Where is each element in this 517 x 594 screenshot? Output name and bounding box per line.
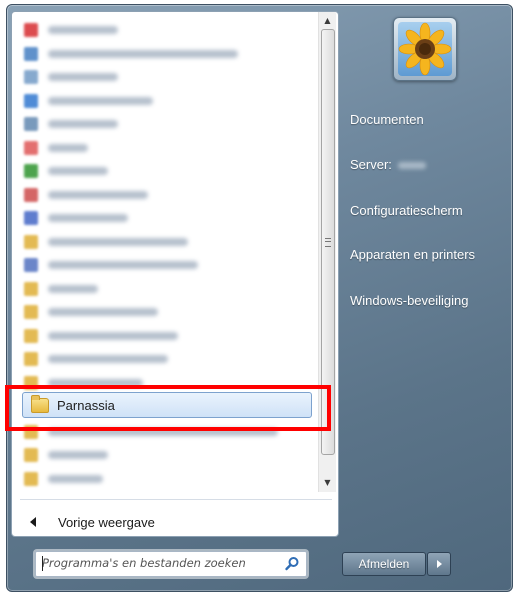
program-label-redacted: [48, 143, 88, 152]
program-label-redacted: [48, 167, 108, 175]
logoff-options-button[interactable]: [427, 552, 451, 576]
program-icon: [24, 352, 38, 366]
program-icon: [24, 305, 38, 319]
program-item[interactable]: [16, 113, 312, 135]
windows-security-link[interactable]: Windows-beveiliging: [350, 293, 469, 308]
program-label-redacted: [48, 331, 178, 340]
program-icon: [24, 117, 38, 131]
program-icon: [24, 93, 38, 108]
search-icon[interactable]: [284, 556, 300, 572]
documents-link[interactable]: Documenten: [350, 112, 424, 127]
search-box[interactable]: [35, 551, 307, 577]
back-arrow-icon: [30, 517, 36, 527]
program-item[interactable]: [16, 325, 312, 347]
program-icon: [24, 211, 38, 225]
program-label-redacted: [48, 214, 128, 222]
program-item[interactable]: [16, 254, 312, 276]
control-panel-link[interactable]: Configuratiescherm: [350, 203, 463, 218]
program-item[interactable]: [16, 278, 312, 300]
programs-pane: Parnassia ▲ ▼ Vorige weergave: [11, 11, 339, 537]
program-label-redacted: [48, 73, 118, 81]
divider: [20, 499, 332, 500]
program-item[interactable]: [16, 348, 312, 370]
program-icon: [24, 187, 38, 202]
program-item[interactable]: [16, 160, 312, 182]
red-highlight-box: [5, 385, 331, 431]
program-icon: [24, 140, 38, 155]
program-item[interactable]: [16, 301, 312, 323]
program-item[interactable]: [16, 90, 312, 112]
program-icon: [24, 70, 38, 84]
program-label-redacted: [48, 49, 238, 58]
program-icon: [24, 164, 38, 178]
scroll-up-button[interactable]: ▲: [319, 12, 336, 29]
program-label-redacted: [48, 261, 198, 269]
text-caret: [42, 556, 43, 571]
server-link[interactable]: Server:: [350, 157, 426, 172]
program-label-redacted: [48, 237, 188, 246]
program-item[interactable]: [16, 231, 312, 253]
program-item[interactable]: [16, 207, 312, 229]
user-picture[interactable]: [393, 17, 457, 81]
program-item[interactable]: [16, 66, 312, 88]
grip-icon: [325, 238, 331, 247]
program-icon: [24, 471, 38, 486]
program-icon: [24, 281, 38, 296]
program-icon: [24, 328, 38, 343]
program-icon: [24, 234, 38, 249]
scroll-down-button[interactable]: ▼: [319, 474, 336, 491]
logoff-button[interactable]: Afmelden: [342, 552, 426, 576]
program-item[interactable]: [16, 19, 312, 41]
program-label-redacted: [48, 284, 98, 293]
devices-printers-link[interactable]: Apparaten en printers: [350, 247, 475, 262]
program-icon: [24, 258, 38, 272]
program-item[interactable]: [16, 468, 312, 490]
arrow-right-icon: [436, 560, 442, 568]
program-icon: [24, 23, 38, 37]
redacted-server-name: [397, 162, 426, 170]
program-label-redacted: [48, 26, 118, 34]
sunflower-icon: [398, 22, 452, 76]
server-label: Server:: [350, 157, 392, 172]
program-label-redacted: [48, 190, 148, 199]
program-label-redacted: [48, 451, 108, 459]
program-label-redacted: [48, 308, 158, 316]
start-menu: Parnassia ▲ ▼ Vorige weergave Programma'…: [6, 4, 513, 592]
program-icon: [24, 46, 38, 61]
search-input[interactable]: [42, 554, 278, 572]
back-button[interactable]: Vorige weergave: [30, 510, 155, 534]
back-label: Vorige weergave: [58, 514, 155, 530]
program-item[interactable]: [16, 184, 312, 206]
program-item[interactable]: [16, 43, 312, 65]
program-label-redacted: [48, 96, 153, 105]
program-item[interactable]: [16, 444, 312, 466]
program-label-redacted: [48, 355, 168, 363]
program-label-redacted: [48, 474, 103, 483]
program-label-redacted: [48, 120, 118, 128]
program-item[interactable]: [16, 137, 312, 159]
program-icon: [24, 448, 38, 462]
